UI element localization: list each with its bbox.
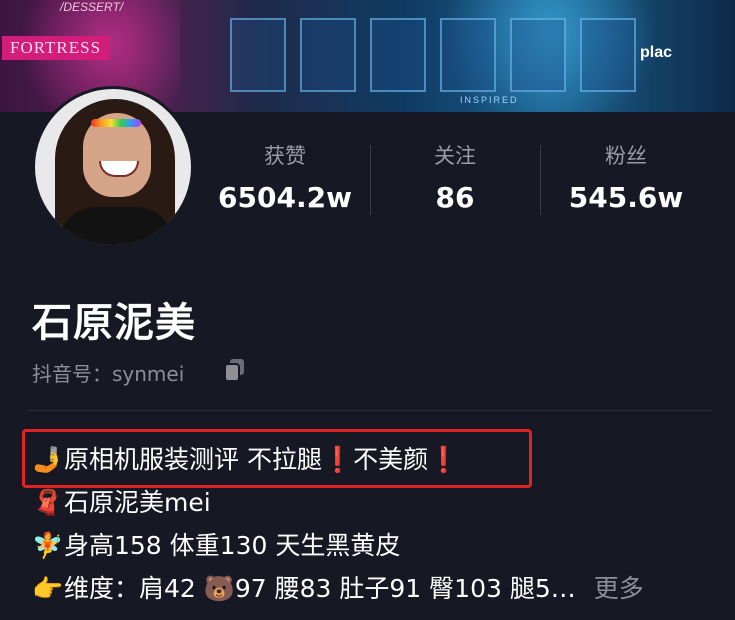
selfie-icon: 🤳 <box>32 445 64 474</box>
more-button[interactable]: 更多 <box>594 574 644 603</box>
stat-followers[interactable]: 粉丝 545.6w <box>551 142 701 220</box>
banner-sign-fortress: FORTRESS <box>2 36 110 60</box>
stat-following-value: 86 <box>435 181 475 214</box>
profile-name: 石原泥美 <box>32 300 196 346</box>
stat-followers-value: 545.6w <box>568 181 684 214</box>
bio-line: 👉维度：肩42 🐻97 腰83 肚子91 臀103 腿5… 更多 <box>32 569 644 605</box>
banner-window <box>510 18 566 92</box>
stat-followers-label: 粉丝 <box>605 144 647 168</box>
bio-line-text: 原相机服装测评 不拉腿❗不美颜❗ <box>64 445 460 474</box>
scarf-icon: 🧣 <box>32 488 64 517</box>
copy-icon[interactable] <box>222 357 248 383</box>
fairy-icon: 🧚 <box>32 531 64 560</box>
banner-window <box>440 18 496 92</box>
bio-line-text: 维度：肩42 🐻97 腰83 肚子91 臀103 腿5… <box>64 574 576 603</box>
avatar-rainbow <box>91 119 141 127</box>
bio-line-text: 身高158 体重130 天生黑黄皮 <box>64 531 401 560</box>
banner-sign-place: plac <box>640 44 673 61</box>
section-divider <box>28 410 712 411</box>
avatar[interactable] <box>32 86 194 248</box>
banner-window <box>230 18 286 92</box>
stat-following-label: 关注 <box>434 144 476 168</box>
stat-divider <box>370 145 371 215</box>
banner-window <box>300 18 356 92</box>
bio-line: 🧚身高158 体重130 天生黑黄皮 <box>32 526 400 562</box>
banner-window <box>580 18 636 92</box>
banner-sign-inspired: INSPIRED <box>460 95 519 105</box>
banner-window <box>370 18 426 92</box>
stat-divider <box>540 145 541 215</box>
stat-following[interactable]: 关注 86 <box>380 142 530 220</box>
bio-line-text: 石原泥美mei <box>64 488 211 517</box>
banner-sign-dessert: /DESSERT/ <box>60 0 124 14</box>
bio-line: 🤳原相机服装测评 不拉腿❗不美颜❗ <box>32 440 459 476</box>
avatar-shirt <box>57 207 175 245</box>
douyin-id: 抖音号：synmei <box>32 362 185 386</box>
bio-line: 🧣石原泥美mei <box>32 483 211 519</box>
stat-likes[interactable]: 获赞 6504.2w <box>210 142 360 220</box>
pointing-hand-icon: 👉 <box>32 574 64 603</box>
stat-likes-value: 6504.2w <box>218 181 352 214</box>
stat-likes-label: 获赞 <box>264 144 306 168</box>
